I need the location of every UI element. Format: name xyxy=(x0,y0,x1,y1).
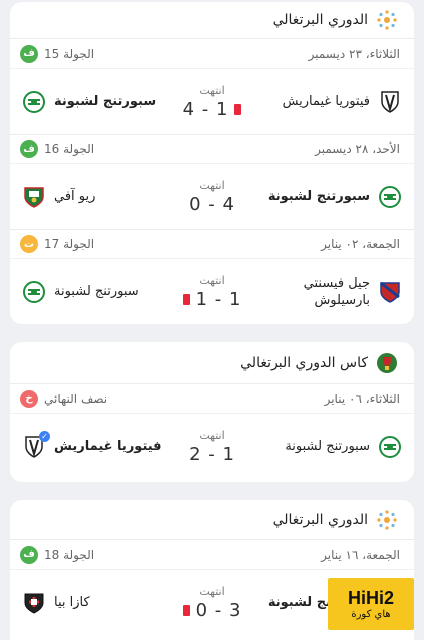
match-meta-row: الثلاثاء، ٢٣ ديسمبر الجولة 15 ف xyxy=(10,39,414,68)
score-line: 2 - 1 xyxy=(189,444,235,465)
away-team: فيتوريا غيماريش ✓ xyxy=(22,430,172,459)
sporting-cp-crest-icon xyxy=(378,185,402,209)
round-label: الجولة 16 xyxy=(44,142,95,156)
away-team-name: سبورتنج لشبونة xyxy=(54,94,157,109)
home-team: جيل فيسنتي بارسيلوش xyxy=(252,275,402,309)
match-status: انتهت xyxy=(199,584,225,598)
score-line: 4 - 1 xyxy=(183,99,242,120)
round-info: نصف النهائي خ xyxy=(20,389,108,408)
competition-name: الدوري البرتغالي xyxy=(272,511,368,528)
home-team-name: سبورتنج لشبونة xyxy=(285,439,370,454)
rio-ave-crest-icon xyxy=(22,185,46,209)
liga-portugal-logo-icon xyxy=(376,509,398,531)
round-label: نصف النهائي xyxy=(44,391,108,406)
competition-name: الدوري البرتغالي xyxy=(272,12,368,28)
match-date: الجمعة، ٠٢ يناير xyxy=(321,237,400,251)
watermark-main-text: HiHi2 xyxy=(347,588,394,608)
match-score: 4 - 1 xyxy=(182,98,229,120)
score-block: انتهت 1 - 1 xyxy=(172,274,252,310)
round-label: الجولة 17 xyxy=(44,237,95,251)
gil-vicente-crest-icon xyxy=(378,280,402,304)
sporting-cp-crest-icon xyxy=(378,435,402,459)
sporting-cp-crest-icon xyxy=(22,90,46,114)
competition-card-primeira-liga: الدوري البرتغالي الثلاثاء، ٢٣ ديسمبر الج… xyxy=(10,2,414,324)
home-team-name: فيتوريا غيماريش xyxy=(282,94,370,109)
home-team: فيتوريا غيماريش xyxy=(252,90,402,114)
match-status: انتهت xyxy=(199,178,225,192)
match-score: 0 - 3 xyxy=(195,599,242,621)
round-label: الجولة 15 xyxy=(44,46,95,61)
away-team-name: كازا بيا xyxy=(54,595,90,610)
taca-da-liga-logo-icon xyxy=(376,352,398,374)
match-status: انتهت xyxy=(199,83,225,97)
result-badge: ت xyxy=(20,235,38,253)
match-meta-row: الجمعة، ٠٢ يناير الجولة 17 ت xyxy=(10,229,414,258)
watermark-sub-text: هاي كورة xyxy=(351,609,391,620)
round-info: الجولة 16 ف xyxy=(20,140,94,158)
match-date: الثلاثاء، ٠٦ يناير xyxy=(324,391,400,406)
winner-check-icon: ✓ xyxy=(39,430,50,442)
away-team: سبورتنج لشبونة xyxy=(22,90,172,114)
score-line: 0 - 3 xyxy=(182,599,242,621)
round-info: الجولة 15 ف xyxy=(20,44,95,63)
score-block: انتهت 0 - 3 xyxy=(172,585,252,621)
competition-card-league-cup: كاس الدوري البرتغالي الثلاثاء، ٠٦ يناير … xyxy=(10,342,414,482)
match-meta-row: الجمعة، ١٦ يناير الجولة 18 ف xyxy=(10,540,414,569)
vitoria-guimaraes-crest-icon: ✓ xyxy=(22,430,50,459)
vitoria-guimaraes-crest-icon xyxy=(378,90,402,114)
match-status: انتهت xyxy=(199,428,225,442)
match-status: انتهت xyxy=(199,273,225,287)
red-card-icon xyxy=(182,604,190,616)
match-score: 1 - 1 xyxy=(195,288,242,310)
match-date: الجمعة، ١٦ يناير xyxy=(321,547,400,562)
match-meta-row: الأحد، ٢٨ ديسمبر الجولة 16 ف xyxy=(10,134,414,163)
hihi2-watermark-logo: HiHi2 هاي كورة xyxy=(328,578,414,630)
score-block: انتهت 2 - 1 xyxy=(172,429,252,465)
round-info: الجولة 17 ت xyxy=(20,235,94,253)
liga-portugal-logo-icon xyxy=(376,9,398,31)
score-line: 0 - 4 xyxy=(189,194,235,215)
round-label: الجولة 18 xyxy=(44,547,95,562)
away-team-name: سبورتنج لشبونة xyxy=(54,284,139,299)
home-team: سبورتنج لشبونة xyxy=(252,435,402,459)
match-row[interactable]: فيتوريا غيماريش انتهت 4 - 1 سبورتنج لشبو… xyxy=(10,68,414,134)
result-badge: ف xyxy=(20,545,38,564)
score-block: انتهت 0 - 4 xyxy=(172,179,252,215)
competition-header[interactable]: الدوري البرتغالي xyxy=(10,2,414,39)
score-block: انتهت 4 - 1 xyxy=(172,84,252,120)
match-score: 0 - 4 xyxy=(189,193,235,215)
match-row[interactable]: سبورتنج لشبونة انتهت 2 - 1 فيتوريا غيمار… xyxy=(10,413,414,479)
match-meta-row: الثلاثاء، ٠٦ يناير نصف النهائي خ xyxy=(10,384,414,413)
competition-header[interactable]: كاس الدوري البرتغالي xyxy=(10,342,414,384)
result-badge: ف xyxy=(20,140,38,158)
competition-name: كاس الدوري البرتغالي xyxy=(240,354,368,371)
match-date: الأحد، ٢٨ ديسمبر xyxy=(315,142,400,156)
home-team: سبورتنج لشبونة xyxy=(252,185,402,209)
red-card-icon xyxy=(182,293,190,305)
match-score: 2 - 1 xyxy=(189,443,235,465)
score-line: 1 - 1 xyxy=(182,288,242,310)
round-info: الجولة 18 ف xyxy=(20,545,95,564)
casa-pia-crest-icon xyxy=(22,591,46,615)
away-team-name: ريو آفي xyxy=(54,189,96,204)
result-badge: ف xyxy=(20,44,38,63)
away-team: ريو آفي xyxy=(22,185,172,209)
away-team-name: فيتوريا غيماريش xyxy=(54,439,162,454)
home-team-name: سبورتنج لشبونة xyxy=(267,189,370,204)
away-team: سبورتنج لشبونة xyxy=(22,280,172,304)
match-date: الثلاثاء، ٢٣ ديسمبر xyxy=(308,46,400,61)
home-team-name: جيل فيسنتي بارسيلوش xyxy=(303,275,370,308)
away-team: كازا بيا xyxy=(22,591,172,615)
result-badge: خ xyxy=(20,389,38,408)
red-card-icon xyxy=(234,103,242,115)
match-row[interactable]: سبورتنج لشبونة انتهت 0 - 4 ريو آفي xyxy=(10,163,414,229)
competition-header[interactable]: الدوري البرتغالي xyxy=(10,500,414,540)
match-row[interactable]: جيل فيسنتي بارسيلوش انتهت 1 - 1 سبورتنج … xyxy=(10,258,414,324)
sporting-cp-crest-icon xyxy=(22,280,46,304)
